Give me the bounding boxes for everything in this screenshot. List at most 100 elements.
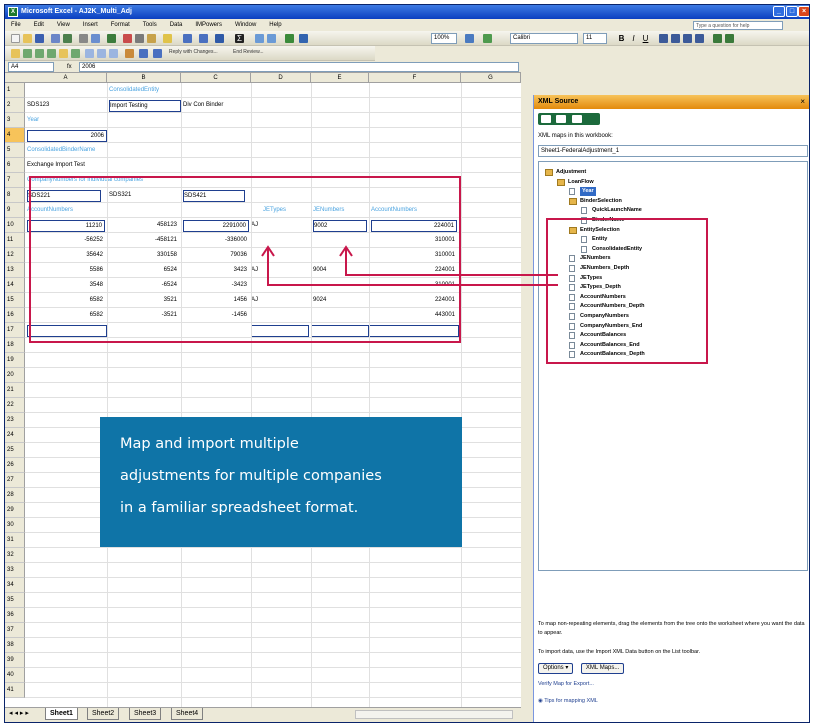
tree-node[interactable]: QuickLaunchName: [592, 206, 642, 215]
review-icon-9[interactable]: [109, 49, 118, 58]
row-header[interactable]: 13: [5, 263, 25, 278]
review-icon-2[interactable]: [23, 49, 32, 58]
column-header-a[interactable]: A: [25, 73, 107, 83]
tab-sheet2[interactable]: Sheet2: [87, 708, 120, 720]
row-header[interactable]: 12: [5, 248, 25, 263]
review-icon-10[interactable]: [125, 49, 134, 58]
cell-a4[interactable]: 2006: [27, 130, 107, 142]
currency-icon[interactable]: [713, 34, 722, 43]
font-name-select[interactable]: Calibri: [510, 33, 578, 44]
align-right-icon[interactable]: [683, 34, 692, 43]
tree-node[interactable]: LoanFlow: [568, 178, 594, 187]
cell-a5[interactable]: ConsolidatedBinderName: [27, 145, 147, 156]
font-size-select[interactable]: 11: [583, 33, 607, 44]
tab-scroll-icons[interactable]: ◂ ◂ ▸ ▸: [9, 709, 29, 717]
review-icon-3[interactable]: [35, 49, 44, 58]
cell-a3[interactable]: Year: [27, 115, 67, 126]
italic-icon[interactable]: I: [629, 34, 638, 43]
minimize-button[interactable]: _: [773, 6, 785, 17]
row-header[interactable]: 31: [5, 533, 25, 548]
underline-icon[interactable]: U: [641, 34, 650, 43]
research-icon[interactable]: [483, 34, 492, 43]
row-header[interactable]: 8: [5, 188, 25, 203]
review-icon-4[interactable]: [47, 49, 56, 58]
column-header-e[interactable]: E: [311, 73, 369, 83]
spelling-icon[interactable]: [107, 34, 116, 43]
formula-input[interactable]: 2006: [79, 62, 519, 72]
review-icon-12[interactable]: [153, 49, 162, 58]
row-header[interactable]: 2: [5, 98, 25, 113]
tab-sheet1[interactable]: Sheet1: [45, 708, 78, 720]
menu-tools[interactable]: Tools: [143, 19, 157, 31]
redo-icon[interactable]: [199, 34, 208, 43]
help-search-input[interactable]: Type a question for help: [693, 21, 783, 30]
menu-edit[interactable]: Edit: [34, 19, 44, 31]
xml-map-select[interactable]: Sheet1-FederalAdjustment_1: [538, 145, 808, 157]
tab-sheet3[interactable]: Sheet3: [129, 708, 162, 720]
print-icon[interactable]: [79, 34, 88, 43]
home-icon[interactable]: [572, 115, 582, 123]
reply-with-changes-button[interactable]: Reply with Changes...: [169, 49, 218, 55]
align-left-icon[interactable]: [659, 34, 668, 43]
horizontal-scrollbar[interactable]: [355, 710, 513, 719]
row-header[interactable]: 28: [5, 488, 25, 503]
row-header[interactable]: 18: [5, 338, 25, 353]
row-header[interactable]: 9: [5, 203, 25, 218]
tree-node[interactable]: BinderSelection: [580, 197, 622, 206]
row-header[interactable]: 25: [5, 443, 25, 458]
row-header[interactable]: 22: [5, 398, 25, 413]
row-header[interactable]: 17: [5, 323, 25, 338]
column-header-d[interactable]: D: [251, 73, 311, 83]
row-header[interactable]: 1: [5, 83, 25, 98]
hyperlink-icon[interactable]: [215, 34, 224, 43]
column-header-g[interactable]: G: [461, 73, 521, 83]
maximize-button[interactable]: □: [786, 6, 798, 17]
fx-icon[interactable]: fx: [67, 62, 72, 72]
print-preview-icon[interactable]: [91, 34, 100, 43]
permission-icon[interactable]: [51, 34, 60, 43]
autosum-icon[interactable]: Σ: [235, 34, 244, 43]
cell-b1[interactable]: ConsolidatedEntity: [109, 85, 189, 96]
review-icon-7[interactable]: [85, 49, 94, 58]
row-header[interactable]: 23: [5, 413, 25, 428]
review-icon-11[interactable]: [139, 49, 148, 58]
sort-ascending-icon[interactable]: [255, 34, 264, 43]
menu-impowers[interactable]: IMPowers: [195, 19, 222, 31]
close-button[interactable]: ×: [798, 6, 809, 17]
open-icon[interactable]: [23, 34, 32, 43]
column-header-b[interactable]: B: [107, 73, 181, 83]
pane-close-icon[interactable]: ×: [800, 97, 805, 106]
email-icon[interactable]: [63, 34, 72, 43]
menu-data[interactable]: Data: [170, 19, 183, 31]
row-header[interactable]: 26: [5, 458, 25, 473]
row-header[interactable]: 38: [5, 638, 25, 653]
format-painter-icon[interactable]: [163, 34, 172, 43]
column-header-c[interactable]: C: [181, 73, 251, 83]
align-center-icon[interactable]: [671, 34, 680, 43]
row-header[interactable]: 37: [5, 623, 25, 638]
menu-window[interactable]: Window: [235, 19, 256, 31]
drawing-icon[interactable]: [299, 34, 308, 43]
row-header[interactable]: 3: [5, 113, 25, 128]
row-header[interactable]: 10: [5, 218, 25, 233]
row-header[interactable]: 6: [5, 158, 25, 173]
row-header[interactable]: 34: [5, 578, 25, 593]
copy-icon[interactable]: [135, 34, 144, 43]
row-header[interactable]: 21: [5, 383, 25, 398]
row-header[interactable]: 35: [5, 593, 25, 608]
row-header[interactable]: 36: [5, 608, 25, 623]
row-header[interactable]: 33: [5, 563, 25, 578]
menu-view[interactable]: View: [57, 19, 70, 31]
tips-link[interactable]: ◉ Tips for mapping XML: [538, 697, 808, 706]
merge-center-icon[interactable]: [695, 34, 704, 43]
row-header[interactable]: 19: [5, 353, 25, 368]
menu-format[interactable]: Format: [111, 19, 130, 31]
row-header[interactable]: 5: [5, 143, 25, 158]
tree-node[interactable]: Year: [580, 187, 596, 197]
chart-wizard-icon[interactable]: [285, 34, 294, 43]
percent-icon[interactable]: [725, 34, 734, 43]
cell-a6[interactable]: Exchange Import Test: [27, 160, 147, 171]
options-button[interactable]: Options ▾: [538, 663, 574, 674]
menu-help[interactable]: Help: [269, 19, 281, 31]
review-icon-5[interactable]: [59, 49, 68, 58]
